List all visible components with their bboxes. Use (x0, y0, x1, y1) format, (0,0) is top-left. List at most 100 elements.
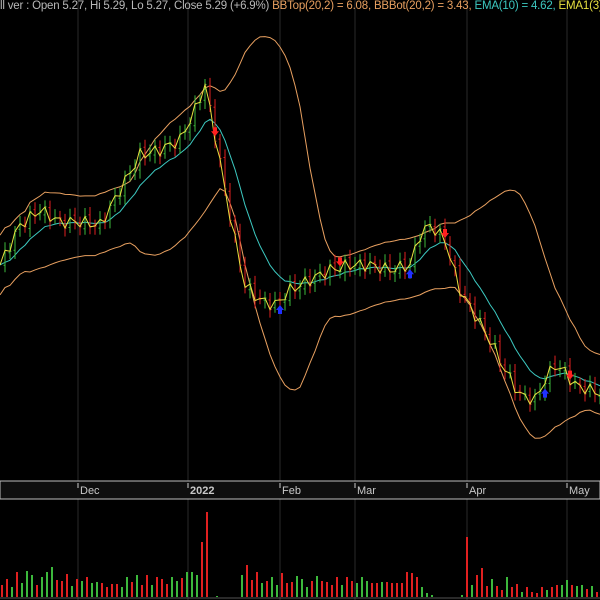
volume-bar (461, 595, 463, 597)
volume-bar (536, 593, 538, 597)
x-tick-label: 2022 (190, 485, 214, 497)
close-line (0, 82, 600, 406)
volume-bar (136, 575, 138, 597)
volume-bar (161, 579, 163, 597)
volume-bar (276, 585, 278, 597)
volume-bar (261, 583, 263, 597)
volume-bar (331, 585, 333, 597)
volume-bar (356, 583, 358, 597)
volume-bar (86, 577, 88, 597)
header-bbtop: BBTop(20,2) = 6.08, (272, 0, 371, 12)
volume-bar (341, 585, 343, 597)
volume-bar (131, 582, 133, 597)
volume-bar (251, 580, 253, 597)
volume-bar (186, 572, 188, 597)
volume-bar (561, 585, 563, 597)
volume-bar (166, 584, 168, 597)
volume-bar (321, 581, 323, 597)
volume-bar (571, 585, 573, 597)
volume-bar (171, 577, 173, 597)
volume-bar (396, 583, 398, 597)
volume-bar (101, 583, 103, 597)
volume-bar (266, 581, 268, 597)
volume-bar (351, 581, 353, 597)
volume-bar (311, 581, 313, 597)
volume-bar (61, 581, 63, 597)
volume-bar (91, 583, 93, 597)
volume-bar (516, 584, 518, 597)
volume-bar (566, 580, 568, 597)
volume-bar (306, 587, 308, 597)
volume-bar (56, 580, 58, 597)
volume-bar (346, 577, 348, 597)
volume-bar (361, 577, 363, 597)
header-symbol: ll ver : (0, 0, 33, 12)
volume-bar (316, 576, 318, 597)
volume-bar (376, 583, 378, 597)
sell-arrow-icon (441, 229, 449, 239)
x-tick-label: Feb (282, 485, 301, 497)
volume-bar (411, 573, 413, 597)
volume-bar (41, 577, 43, 597)
volume-bar (216, 596, 218, 597)
volume-bar (511, 587, 513, 597)
volume-bar (271, 577, 273, 597)
volume-bar (366, 581, 368, 597)
volume-bar (66, 574, 68, 597)
volume-bar (491, 579, 493, 597)
volume-bar (551, 587, 553, 597)
volume-bar (21, 583, 23, 597)
volume-bar (426, 593, 428, 597)
volume-bar (1, 585, 3, 597)
stock-chart[interactable]: Dec 2022 Feb Mar Apr May (0, 0, 600, 600)
volume-bar (541, 587, 543, 597)
volume-bar (531, 592, 533, 597)
header-ohlc: Open 5.27, Hi 5.29, Lo 5.27, Close 5.29 … (32, 0, 270, 12)
header-ema10: EMA(10) = 4.62, (474, 0, 556, 12)
volume-bar (586, 589, 588, 597)
x-tick-label: Dec (80, 485, 100, 497)
volume-bar (416, 577, 418, 597)
header-bbbot: BBBot(20,2) = 3.43, (373, 0, 472, 12)
volume-bar (371, 583, 373, 597)
volume-bar (76, 579, 78, 597)
volume-bar (386, 582, 388, 597)
volume-bar (46, 572, 48, 597)
volume-bar (141, 585, 143, 597)
volume-bar (406, 572, 408, 597)
volume-bar (121, 587, 123, 597)
x-tick-label: May (569, 485, 590, 497)
volume-bar (506, 577, 508, 597)
volume-bar (241, 575, 243, 597)
volume-bar (31, 575, 33, 597)
buy-arrow-icon (406, 269, 414, 279)
volume-bar (301, 579, 303, 597)
buy-arrow-icon (276, 305, 284, 315)
volume-bar (286, 583, 288, 597)
volume-bar (71, 586, 73, 597)
volume-bar (501, 590, 503, 597)
volume-bar (486, 586, 488, 597)
volume-bar (111, 584, 113, 597)
volume-bar (391, 583, 393, 597)
volume-bar (471, 585, 473, 597)
volume-bar (11, 587, 13, 597)
volume-bar (81, 581, 83, 597)
volume-bar (281, 573, 283, 597)
volume-bar (476, 575, 478, 597)
volume-bar (151, 585, 153, 597)
volume-bar (156, 577, 158, 597)
volume-bar (246, 565, 248, 597)
volume-bar (206, 512, 208, 597)
volume-bar (576, 586, 578, 597)
volume-bar (36, 585, 38, 597)
volume-bar (196, 575, 198, 597)
volume-bar (181, 578, 183, 597)
volume-bar (581, 585, 583, 597)
volume-bar (431, 595, 433, 597)
volume-bar (466, 537, 468, 597)
x-tick-label: Apr (469, 485, 486, 497)
volume-bar (6, 579, 8, 597)
volume-bar (126, 577, 128, 597)
volume-bar (106, 587, 108, 597)
